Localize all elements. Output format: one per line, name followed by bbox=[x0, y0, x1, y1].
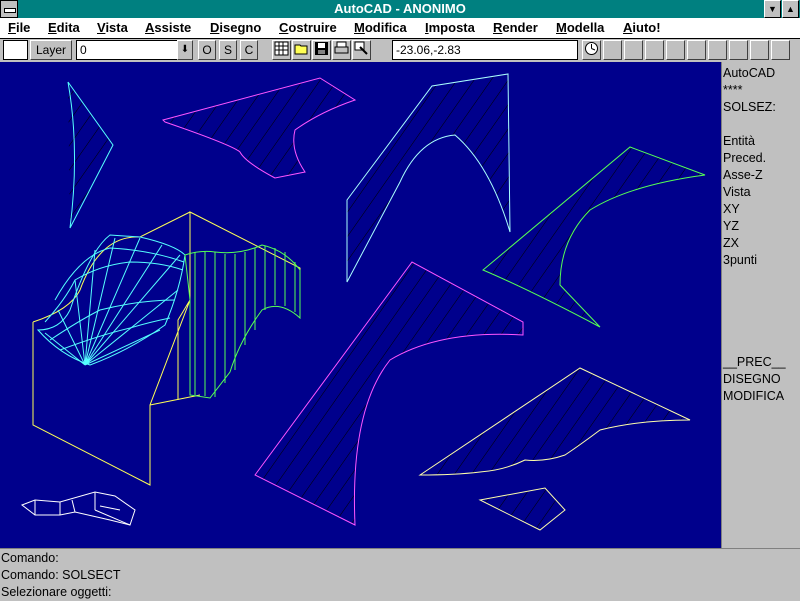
layer-dropdown[interactable]: 0 bbox=[76, 40, 178, 60]
magenta-section-shape-top bbox=[162, 77, 357, 179]
white-section-shape-bottom bbox=[418, 367, 691, 476]
menu-label-rest: odella bbox=[566, 20, 605, 35]
triangle-down-icon: ▼ bbox=[768, 4, 777, 14]
menu-accelerator: M bbox=[354, 20, 365, 35]
menu-accelerator: R bbox=[493, 20, 503, 35]
command-line-area[interactable]: Comando: Comando: SOLSECT Selezionare og… bbox=[0, 548, 800, 601]
floppy-disk-icon bbox=[315, 42, 328, 55]
menu-label-rest: mposta bbox=[428, 20, 475, 35]
empty-toolbar-button[interactable] bbox=[603, 40, 622, 60]
menu-accelerator: A bbox=[145, 20, 155, 35]
drawing-area[interactable] bbox=[0, 62, 721, 548]
open-button[interactable] bbox=[292, 40, 311, 60]
menu-costruire[interactable]: Costruire bbox=[279, 18, 337, 38]
small-white-3d-shape bbox=[20, 491, 136, 526]
color-swatch[interactable] bbox=[3, 40, 28, 60]
menu-label-rest: iuto! bbox=[632, 20, 661, 35]
timer-button[interactable] bbox=[582, 40, 601, 60]
drawing-canvas[interactable] bbox=[0, 62, 721, 548]
title-bar: AutoCAD - ANONIMO ▼ ▲ bbox=[0, 0, 800, 18]
solid-model bbox=[32, 211, 301, 486]
menu-label-rest: ista bbox=[105, 20, 128, 35]
menu-label-rest: odifica bbox=[364, 20, 407, 35]
coords-button[interactable]: C bbox=[240, 40, 258, 60]
screen-menu-option[interactable]: Preced. bbox=[723, 150, 766, 167]
screen-menu-prev[interactable]: __PREC__ bbox=[723, 354, 786, 371]
empty-toolbar-button[interactable] bbox=[666, 40, 685, 60]
screen-menu-modifica[interactable]: MODIFICA bbox=[723, 388, 784, 405]
zoom-window-icon bbox=[354, 41, 368, 55]
save-button[interactable] bbox=[312, 40, 331, 60]
snap-button[interactable]: S bbox=[219, 40, 237, 60]
empty-toolbar-button[interactable] bbox=[624, 40, 643, 60]
screen-menu-option[interactable]: Asse-Z bbox=[723, 167, 763, 184]
command-prompt[interactable]: Selezionare oggetti: bbox=[1, 584, 112, 601]
menu-accelerator: D bbox=[210, 20, 220, 35]
menu-label-rest: ssiste bbox=[154, 20, 192, 35]
menu-imposta[interactable]: Imposta bbox=[425, 18, 475, 38]
cyan-section-shape bbox=[67, 81, 114, 229]
menu-aiuto[interactable]: Aiuto! bbox=[623, 18, 661, 38]
screen-menu-command: SOLSEZ: bbox=[723, 100, 776, 114]
coordinates-display: -23.06,-2.83 bbox=[392, 40, 578, 60]
command-line: Comando: bbox=[1, 551, 59, 565]
screen-menu-option[interactable]: YZ bbox=[723, 218, 739, 235]
screen-menu-option[interactable]: Entità bbox=[723, 133, 755, 150]
maximize-button[interactable]: ▲ bbox=[782, 0, 799, 18]
screen-menu-stars[interactable]: **** bbox=[723, 82, 742, 99]
menu-label-rest: dita bbox=[56, 20, 80, 35]
screen-menu-option[interactable]: Vista bbox=[723, 184, 751, 201]
menu-label-rest: ile bbox=[15, 20, 31, 35]
menu-accelerator: C bbox=[279, 20, 289, 35]
menu-assiste[interactable]: Assiste bbox=[145, 18, 191, 38]
magenta-section-shape-large bbox=[254, 261, 524, 526]
clock-icon bbox=[585, 42, 598, 55]
menu-accelerator: M bbox=[556, 20, 567, 35]
printer-icon bbox=[334, 41, 349, 54]
menu-label-rest: ender bbox=[502, 20, 538, 35]
empty-toolbar-button[interactable] bbox=[708, 40, 727, 60]
menu-edita[interactable]: Edita bbox=[48, 18, 80, 38]
layer-dropdown-arrow[interactable]: ⬇ bbox=[177, 40, 193, 60]
menu-render[interactable]: Render bbox=[493, 18, 538, 38]
window-title: AutoCAD - ANONIMO bbox=[334, 1, 466, 16]
empty-toolbar-button[interactable] bbox=[687, 40, 706, 60]
menu-vista[interactable]: Vista bbox=[97, 18, 128, 38]
screen-menu-option[interactable]: ZX bbox=[723, 235, 739, 252]
open-folder-icon bbox=[294, 44, 308, 55]
menu-modifica[interactable]: Modifica bbox=[354, 18, 407, 38]
command-line: Comando: SOLSECT bbox=[1, 568, 121, 582]
layer-button[interactable]: Layer bbox=[30, 40, 72, 60]
screen-menu-header[interactable]: AutoCAD bbox=[723, 65, 775, 82]
white-section-shape bbox=[346, 73, 511, 283]
menu-modella[interactable]: Modella bbox=[556, 18, 604, 38]
small-section-shape bbox=[478, 487, 566, 531]
menu-disegno[interactable]: Disegno bbox=[210, 18, 261, 38]
empty-toolbar-button[interactable] bbox=[645, 40, 664, 60]
menu-label-rest: isegno bbox=[219, 20, 262, 35]
screen-menu-option[interactable]: 3punti bbox=[723, 252, 757, 269]
green-section-shape bbox=[482, 146, 706, 328]
zoom-window-button[interactable] bbox=[352, 40, 371, 60]
empty-toolbar-button[interactable] bbox=[729, 40, 748, 60]
menu-label-rest: ostruire bbox=[288, 20, 337, 35]
print-button[interactable] bbox=[332, 40, 351, 60]
grid-icon bbox=[274, 41, 289, 56]
ortho-button[interactable]: O bbox=[198, 40, 216, 60]
menu-accelerator: F bbox=[8, 20, 16, 35]
screen-menu: AutoCAD **** SOLSEZ: Entità Preced. Asse-Z Vis… bbox=[721, 62, 800, 548]
new-drawing-button[interactable] bbox=[272, 40, 291, 60]
triangle-up-icon: ▲ bbox=[786, 4, 795, 14]
menu-accelerator: E bbox=[48, 20, 57, 35]
toolbar: Layer 0 ⬇ O S C -23.06,-2.83 bbox=[0, 39, 800, 63]
empty-toolbar-button[interactable] bbox=[750, 40, 769, 60]
menu-accelerator: A bbox=[623, 20, 633, 35]
menu-file[interactable]: File bbox=[8, 18, 30, 38]
menu-bar: File Edita Vista Assiste Disegno Costruire Mod… bbox=[0, 18, 800, 39]
minimize-button[interactable]: ▼ bbox=[764, 0, 781, 18]
empty-toolbar-button[interactable] bbox=[771, 40, 790, 60]
screen-menu-disegno[interactable]: DISEGNO bbox=[723, 371, 781, 388]
dropdown-arrow-icon: ⬇ bbox=[180, 44, 190, 55]
screen-menu-option[interactable]: XY bbox=[723, 201, 740, 218]
